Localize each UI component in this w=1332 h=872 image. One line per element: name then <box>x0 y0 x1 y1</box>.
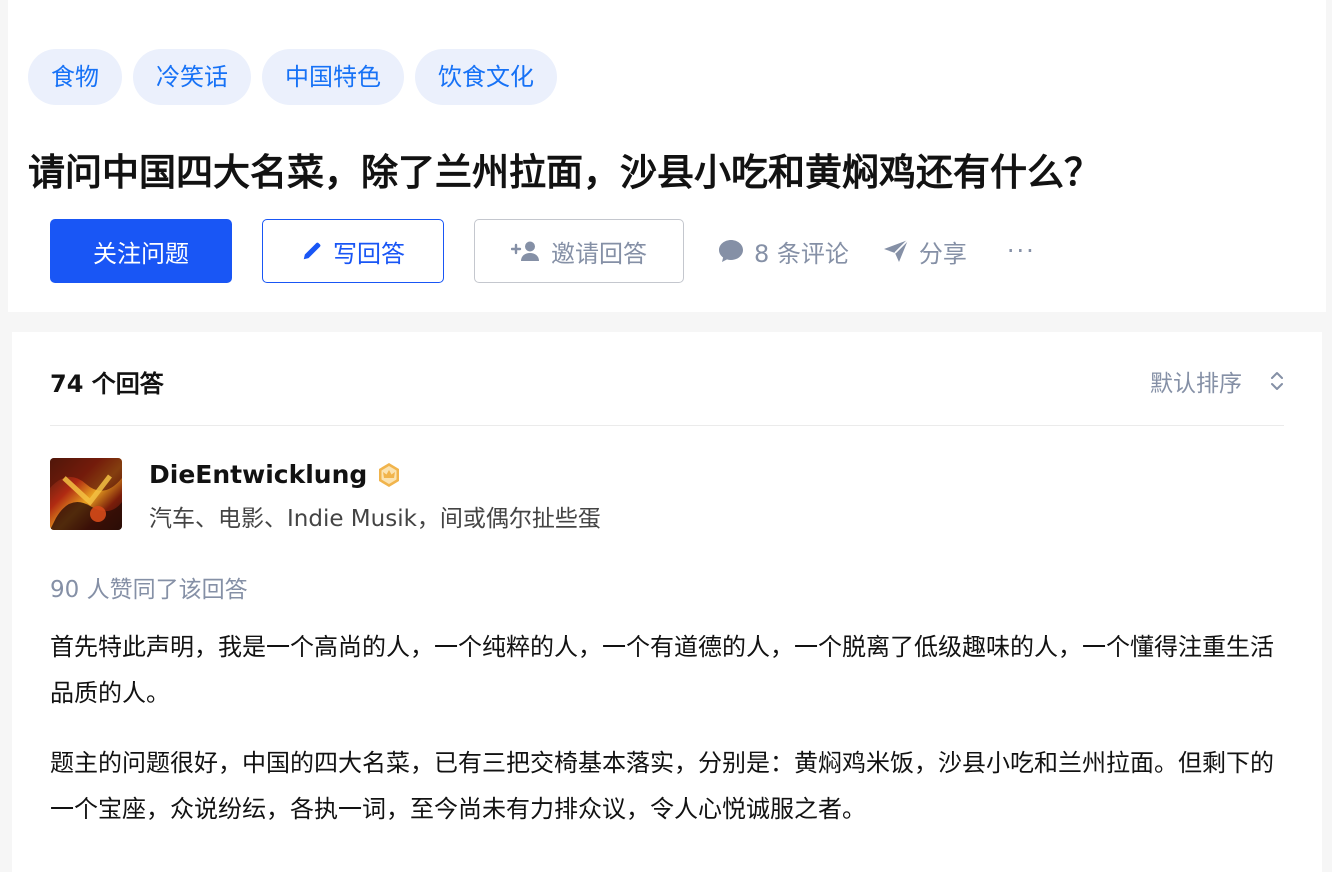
add-user-icon <box>511 241 539 261</box>
comment-icon <box>719 240 743 262</box>
share-button[interactable]: 分享 <box>883 234 967 269</box>
question-title[interactable]: 请问中国四大名菜，除了兰州拉面，沙县小吃和黄焖鸡还有什么？ <box>28 142 1101 196</box>
pencil-icon <box>303 242 321 260</box>
vote-count[interactable]: 90 人赞同了该回答 <box>50 570 248 604</box>
author-bio: 汽车、电影、Indie Musik，间或偶尔扯些蛋 <box>149 506 601 532</box>
sort-label: 默认排序 <box>1150 371 1242 397</box>
answer-paragraph: 首先特此声明，我是一个高尚的人，一个纯粹的人，一个有道德的人，一个脱离了低级趣味… <box>50 633 1274 707</box>
write-answer-button[interactable]: 写回答 <box>262 219 444 283</box>
answer-content: 首先特此声明，我是一个高尚的人，一个纯粹的人，一个有道德的人，一个脱离了低级趣味… <box>50 624 1290 856</box>
invite-answer-button[interactable]: 邀请回答 <box>474 219 684 283</box>
avatar[interactable] <box>50 458 122 530</box>
topic-tag[interactable]: 食物 <box>28 49 122 105</box>
comments-button[interactable]: 8 条评论 <box>718 234 849 269</box>
topic-tag[interactable]: 中国特色 <box>262 49 404 105</box>
answers-section: 74 个回答 默认排序 DieEntwicklung 汽车、电影、Indie M… <box>12 332 1322 872</box>
topic-tag[interactable]: 饮食文化 <box>415 49 557 105</box>
topic-tag[interactable]: 冷笑话 <box>133 49 251 105</box>
sort-chevron-icon <box>1271 372 1283 390</box>
crown-badge-icon[interactable] <box>377 462 401 488</box>
paper-plane-icon <box>883 239 909 262</box>
topic-list: 食物 冷笑话 中国特色 饮食文化 <box>28 49 557 105</box>
invite-answer-label: 邀请回答 <box>551 239 647 268</box>
write-answer-label: 写回答 <box>333 239 405 268</box>
answers-header: 74 个回答 默认排序 <box>50 332 1284 426</box>
question-actions: 关注问题 写回答 邀请回答 8 条评论 分享 ··· <box>50 219 1036 283</box>
answers-count: 74 个回答 <box>50 370 164 398</box>
author-name-row: DieEntwicklung <box>149 460 601 489</box>
follow-question-button[interactable]: 关注问题 <box>50 219 232 283</box>
follow-question-label: 关注问题 <box>93 239 189 268</box>
author-name[interactable]: DieEntwicklung <box>149 460 367 489</box>
comments-label: 8 条评论 <box>754 239 849 268</box>
question-header: 食物 冷笑话 中国特色 饮食文化 请问中国四大名菜，除了兰州拉面，沙县小吃和黄焖… <box>8 0 1326 312</box>
more-options-button[interactable]: ··· <box>1007 237 1036 265</box>
avatar-image <box>50 458 122 530</box>
author-info: DieEntwicklung 汽车、电影、Indie Musik，间或偶尔扯些蛋 <box>149 458 601 533</box>
answer-paragraph: 题主的问题很好，中国的四大名菜，已有三把交椅基本落实，分别是：黄焖鸡米饭，沙县小… <box>50 749 1274 823</box>
sort-dropdown[interactable]: 默认排序 <box>1150 364 1284 398</box>
answer-author: DieEntwicklung 汽车、电影、Indie Musik，间或偶尔扯些蛋 <box>50 458 601 533</box>
share-label: 分享 <box>918 239 967 268</box>
